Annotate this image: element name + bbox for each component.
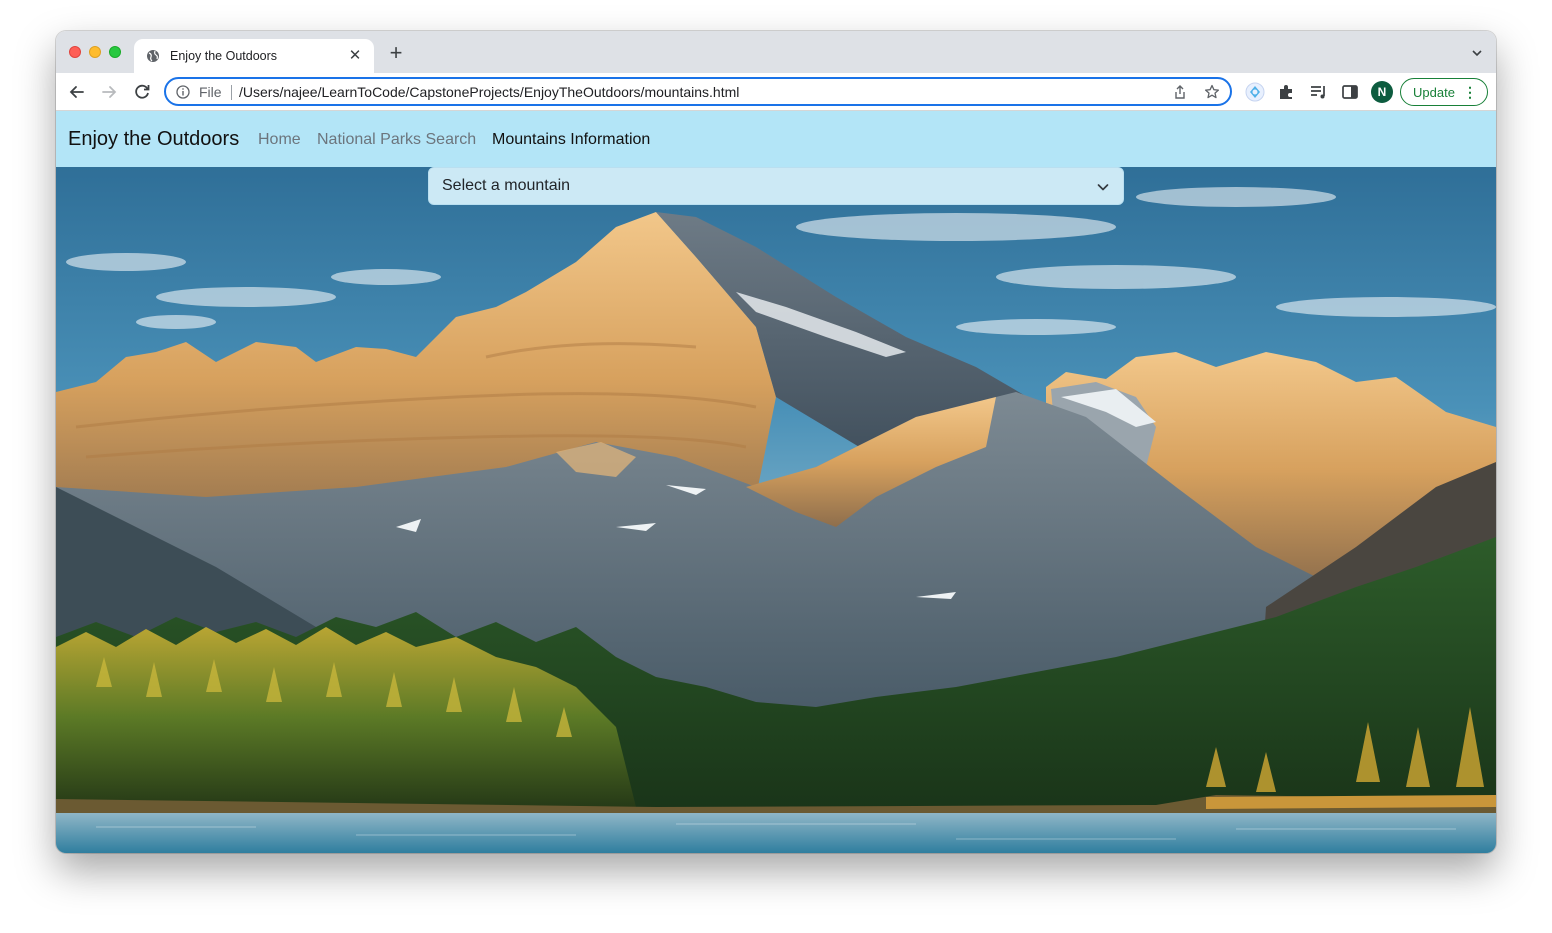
mountain-select[interactable]: Select a mountain [428, 167, 1124, 205]
zoom-window-button[interactable] [109, 46, 121, 58]
chevron-down-icon [1097, 184, 1109, 191]
globe-icon [147, 50, 159, 62]
address-separator [231, 85, 232, 100]
new-tab-button[interactable]: + [386, 42, 406, 64]
nav-link-home[interactable]: Home [258, 131, 301, 149]
side-panel-icon[interactable] [1339, 81, 1361, 103]
site-navbar: Enjoy the Outdoors Home National Parks S… [56, 111, 1496, 167]
browser-toolbar: File /Users/najee/LearnToCode/CapstonePr… [56, 73, 1496, 111]
nav-link-national-parks-search[interactable]: National Parks Search [317, 131, 476, 149]
profile-avatar[interactable]: N [1371, 81, 1393, 103]
tab-title: Enjoy the Outdoors [170, 49, 278, 63]
share-icon[interactable] [1172, 84, 1188, 100]
mountain-lake-hero-image [56, 167, 1496, 853]
tab-search-chevron-icon[interactable] [1472, 48, 1482, 58]
browser-window: Enjoy the Outdoors ✕ + File /Users/najee… [56, 31, 1496, 853]
bookmark-star-icon[interactable] [1204, 84, 1220, 100]
extension-icon[interactable] [1244, 81, 1266, 103]
minimize-window-button[interactable] [89, 46, 101, 58]
url-text[interactable]: /Users/najee/LearnToCode/CapstoneProject… [239, 84, 739, 100]
site-brand[interactable]: Enjoy the Outdoors [68, 128, 239, 151]
close-window-button[interactable] [69, 46, 81, 58]
address-bar[interactable]: File /Users/najee/LearnToCode/CapstonePr… [164, 77, 1232, 106]
scheme-label: File [199, 84, 222, 100]
page-viewport: Enjoy the Outdoors Home National Parks S… [56, 111, 1496, 853]
puzzle-extensions-icon[interactable] [1275, 81, 1297, 103]
reading-list-icon[interactable] [1307, 81, 1329, 103]
back-arrow-icon[interactable] [66, 81, 88, 103]
browser-menu-icon[interactable]: ⋮ [1463, 85, 1477, 99]
tab-strip: Enjoy the Outdoors ✕ + [56, 31, 1496, 73]
site-info-icon[interactable] [176, 85, 190, 99]
browser-tab[interactable]: Enjoy the Outdoors ✕ [134, 39, 374, 73]
nav-link-mountains-information[interactable]: Mountains Information [492, 131, 650, 149]
update-button[interactable]: Update ⋮ [1400, 78, 1488, 106]
reload-icon[interactable] [131, 81, 153, 103]
update-label: Update [1413, 85, 1455, 100]
tab-close-icon[interactable]: ✕ [345, 46, 365, 66]
mountain-select-value: Select a mountain [442, 177, 571, 194]
forward-arrow-icon[interactable] [98, 81, 120, 103]
